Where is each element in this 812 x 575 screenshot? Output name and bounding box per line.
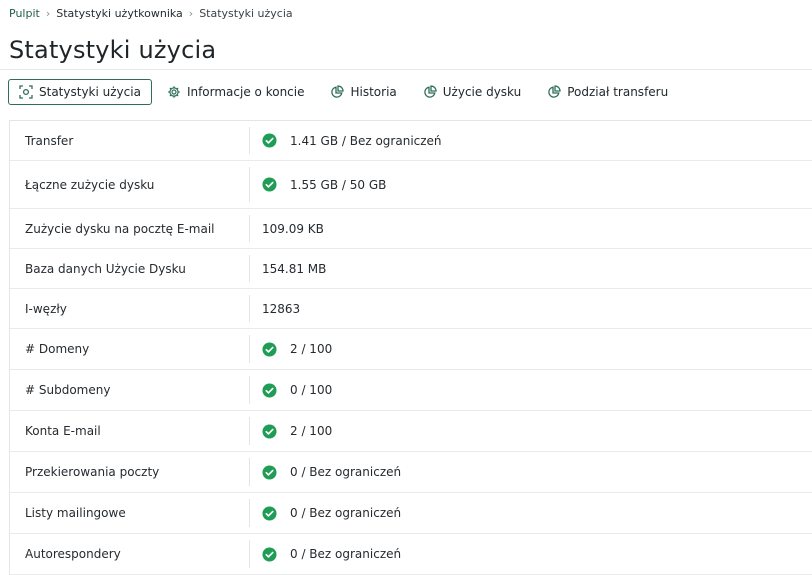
stat-label: Listy mailingowe xyxy=(10,493,250,533)
stats-scan-icon xyxy=(19,85,33,99)
tab-label: Historia xyxy=(350,85,397,99)
breadcrumb-chevron-icon: › xyxy=(188,7,194,20)
tab-account-info[interactable]: Informacje o koncie xyxy=(156,79,316,105)
stat-value: 154.81 MB xyxy=(262,261,327,276)
pie-chart-icon xyxy=(330,85,345,99)
table-row: Przekierowania poczty 0 / Bez ograniczeń xyxy=(10,452,812,493)
stat-value: 1.41 GB / Bez ograniczeń xyxy=(290,133,442,148)
breadcrumb-item-current: Statystyki użycia xyxy=(199,7,293,20)
check-circle-icon xyxy=(262,546,277,562)
table-row: # Domeny 2 / 100 xyxy=(10,329,812,370)
check-circle-icon xyxy=(262,505,277,521)
stat-value-cell: 0 / 100 xyxy=(250,370,812,410)
tab-label: Statystyki użycia xyxy=(39,85,141,99)
stat-value-cell: 0 / Bez ograniczeń xyxy=(250,493,812,533)
stat-value-cell: 12863 xyxy=(250,289,812,328)
table-row: Listy mailingowe 0 / Bez ograniczeń xyxy=(10,493,812,534)
table-row: Zużycie dysku na pocztę E-mail 109.09 KB xyxy=(10,209,812,249)
tab-label: Użycie dysku xyxy=(442,85,522,99)
check-circle-icon xyxy=(262,464,277,480)
tab-disk-usage[interactable]: Użycie dysku xyxy=(412,79,532,105)
stat-label: Autorespondery xyxy=(10,534,250,574)
pie-chart-icon xyxy=(423,85,437,99)
tab-label: Informacje o koncie xyxy=(186,85,305,99)
stat-value: 0 / 100 xyxy=(290,383,333,397)
stat-label: Łączne zużycie dysku xyxy=(10,161,250,208)
stat-value-cell: 2 / 100 xyxy=(250,411,812,451)
stat-value: 109.09 KB xyxy=(262,221,324,236)
stat-value: 2 / 100 xyxy=(290,342,333,356)
tab-bar: Statystyki użycia Informacje o koncie Hi… xyxy=(8,79,683,105)
check-circle-icon xyxy=(262,341,277,357)
stat-label: # Domeny xyxy=(10,329,250,369)
breadcrumb-item-pulpit[interactable]: Pulpit xyxy=(9,7,40,20)
table-row: Transfer 1.41 GB / Bez ograniczeń xyxy=(10,121,812,161)
stat-value-cell: 1.41 GB / Bez ograniczeń xyxy=(250,121,812,160)
check-circle-icon xyxy=(262,423,277,439)
stat-label: Baza danych Użycie Dysku xyxy=(10,249,250,288)
stat-value: 0 / Bez ograniczeń xyxy=(290,465,402,479)
stat-label: Zużycie dysku na pocztę E-mail xyxy=(10,209,250,248)
stat-value: 0 / Bez ograniczeń xyxy=(290,547,402,561)
stat-label: Transfer xyxy=(10,121,250,160)
table-row: Autorespondery 0 / Bez ograniczeń xyxy=(10,534,812,575)
stat-label: I-węzły xyxy=(10,289,250,328)
stat-label: # Subdomeny xyxy=(10,370,250,410)
check-circle-icon xyxy=(262,133,277,148)
table-row: Baza danych Użycie Dysku 154.81 MB xyxy=(10,249,812,289)
pie-chart-icon xyxy=(547,85,561,99)
stat-value: 12863 xyxy=(262,301,301,316)
page-title: Statystyki użycia xyxy=(9,36,217,64)
stat-value-cell: 1.55 GB / 50 GB xyxy=(250,161,812,208)
stat-value: 1.55 GB / 50 GB xyxy=(290,177,387,192)
stat-label: Przekierowania poczty xyxy=(10,452,250,492)
table-row: Konta E-mail 2 / 100 xyxy=(10,411,812,452)
stat-value-cell: 0 / Bez ograniczeń xyxy=(250,452,812,492)
tab-usage-stats[interactable]: Statystyki użycia xyxy=(8,79,152,105)
stat-value-cell: 0 / Bez ograniczeń xyxy=(250,534,812,574)
breadcrumb-chevron-icon: › xyxy=(45,7,51,20)
stat-value-cell: 154.81 MB xyxy=(250,249,812,288)
stat-value-cell: 109.09 KB xyxy=(250,209,812,248)
table-row: I-węzły 12863 xyxy=(10,289,812,329)
stat-value-cell: 2 / 100 xyxy=(250,329,812,369)
gear-icon xyxy=(167,85,181,99)
tab-history[interactable]: Historia xyxy=(319,79,407,105)
breadcrumb-item-user-stats[interactable]: Statystyki użytkownika xyxy=(56,7,183,20)
tab-transfer-breakdown[interactable]: Podział transferu xyxy=(536,79,679,105)
stat-value: 2 / 100 xyxy=(290,424,333,438)
stat-value: 0 / Bez ograniczeń xyxy=(290,506,402,520)
stat-label: Konta E-mail xyxy=(10,411,250,451)
table-row: Łączne zużycie dysku 1.55 GB / 50 GB xyxy=(10,161,812,209)
usage-stats-table: Transfer 1.41 GB / Bez ograniczeń Łączne… xyxy=(9,120,812,575)
title-divider xyxy=(0,69,812,70)
breadcrumb: Pulpit › Statystyki użytkownika › Statys… xyxy=(9,7,293,20)
check-circle-icon xyxy=(262,177,277,192)
check-circle-icon xyxy=(262,382,277,398)
table-row: # Subdomeny 0 / 100 xyxy=(10,370,812,411)
tab-label: Podział transferu xyxy=(567,85,669,99)
